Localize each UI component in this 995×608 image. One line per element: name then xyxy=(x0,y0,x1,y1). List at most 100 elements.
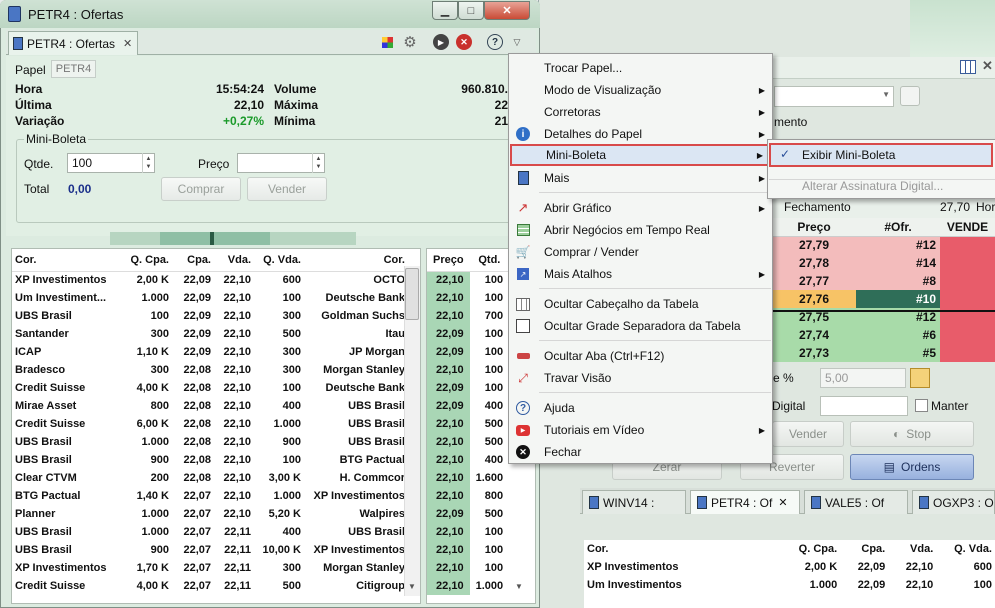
menu-item-ajuda[interactable]: ? Ajuda xyxy=(510,397,773,419)
search-icon[interactable] xyxy=(900,86,920,106)
col-header-q-cpa[interactable]: Q. Cpa. xyxy=(118,249,172,272)
tab-winv14[interactable]: WINV14 : xyxy=(582,490,686,514)
menu-item-ocultar-grade[interactable]: Ocultar Grade Separadora da Tabela xyxy=(510,315,773,337)
table-row[interactable]: 22,09 100 xyxy=(427,343,510,361)
minimize-button[interactable]: ▁ xyxy=(432,1,458,20)
gear-icon[interactable]: ⚙ xyxy=(401,33,419,51)
tab-petr4-ofertas[interactable]: PETR4 : Ofertas ✕ xyxy=(8,31,138,55)
book-row[interactable]: 27,74 #6 xyxy=(772,326,995,344)
table-row[interactable]: Credit Suisse 4,00 K 22,08 22,10 100 Deutsche… xyxy=(12,379,408,397)
vender-button-bg[interactable]: Vender xyxy=(772,421,844,447)
book-row[interactable]: 27,76 #10 xyxy=(772,290,995,308)
table-row[interactable]: 22,10 100 xyxy=(427,361,510,379)
table-row[interactable]: 22,10 100 xyxy=(427,559,510,577)
ordens-button[interactable]: ▤ Ordens xyxy=(850,454,974,480)
col-header-cor-compra[interactable]: Cor. xyxy=(12,249,118,272)
close-icon[interactable]: ✕ xyxy=(982,58,993,74)
background-combo[interactable]: ▼ xyxy=(774,86,894,107)
table-row[interactable]: Um Investimentos 1.000 22,09 22,10 100 xyxy=(584,576,995,594)
menu-item-mini-boleta[interactable]: Mini-Boleta ▶ xyxy=(510,144,773,166)
menu-item-detalhes-papel[interactable]: i Detalhes do Papel ▶ xyxy=(510,123,773,145)
menu-item-ocultar-cabecalho[interactable]: Ocultar Cabeçalho da Tabela xyxy=(510,293,773,315)
table-row[interactable]: UBS Brasil 1.000 22,08 22,10 900 UBS Brasil xyxy=(12,433,408,451)
table-row[interactable]: Credit Suisse 6,00 K 22,08 22,10 1.000 UBS Br… xyxy=(12,415,408,433)
papel-field[interactable]: PETR4 xyxy=(51,60,96,78)
col-header-preco[interactable]: Preço xyxy=(427,249,470,272)
scroll-down-icon[interactable]: ▼ xyxy=(408,582,416,591)
lock-icon[interactable] xyxy=(910,368,930,388)
title-bar[interactable]: PETR4 : Ofertas ▁ □ ✕ xyxy=(0,0,540,28)
table-row[interactable]: 22,10 100 xyxy=(427,271,510,289)
table-row[interactable]: Clear CTVM 200 22,08 22,10 3,00 K H. Commcor xyxy=(12,469,408,487)
menu-item-fechar[interactable]: ✕ Fechar xyxy=(510,441,773,463)
table-row[interactable]: 22,10 500 xyxy=(427,433,510,451)
table-row[interactable]: UBS Brasil 900 22,07 22,11 10,00 K XP Investi… xyxy=(12,541,408,559)
table-row[interactable]: XP Investimentos 2,00 K 22,09 22,10 600 xyxy=(584,558,995,576)
table-row[interactable]: Santander 300 22,09 22,10 500 Itau xyxy=(12,325,408,343)
col-header-cor-venda[interactable]: Cor. xyxy=(304,249,408,272)
comprar-button[interactable]: Comprar xyxy=(161,177,241,201)
close-icon[interactable]: ✕ xyxy=(778,496,787,509)
book-row[interactable]: 27,79 #12 xyxy=(772,236,995,254)
window-close-button[interactable]: ✕ xyxy=(484,1,530,20)
col-header-vda[interactable]: Vda. xyxy=(214,249,254,272)
maximize-button[interactable]: □ xyxy=(458,1,484,20)
qtde-stepper[interactable]: ▲ ▼ xyxy=(142,153,154,173)
submenu-item-exibir-mini-boleta[interactable]: ✓ Exibir Mini-Boleta xyxy=(769,143,993,167)
table-row[interactable]: Bradesco 300 22,08 22,10 300 Morgan Stanley xyxy=(12,361,408,379)
tab-vale5[interactable]: VALE5 : Of xyxy=(804,490,908,514)
table-row[interactable]: 22,09 100 xyxy=(427,325,510,343)
menu-item-comprar-vender[interactable]: 🛒 Comprar / Vender xyxy=(510,241,773,263)
table-row[interactable]: UBS Brasil 900 22,08 22,10 100 BTG Pactual xyxy=(12,451,408,469)
menu-item-corretoras[interactable]: Corretoras ▶ xyxy=(510,101,773,123)
menu-item-tutoriais-video[interactable]: ▶ Tutoriais em Vídeo ▶ xyxy=(510,419,773,441)
table-row[interactable]: 22,09 400 xyxy=(427,397,510,415)
book-row[interactable]: 27,77 #8 xyxy=(772,272,995,290)
offers-scrollbar-thumb[interactable] xyxy=(405,268,419,320)
table-row[interactable]: Um Investiment... 1.000 22,09 22,10 100 Deuts… xyxy=(12,289,408,307)
preco-stepper[interactable]: ▲ ▼ xyxy=(312,153,324,173)
menu-item-modo-visualizacao[interactable]: Modo de Visualização ▶ xyxy=(510,79,773,101)
help-icon[interactable]: ? xyxy=(486,33,504,51)
table-row[interactable]: Credit Suisse 4,00 K 22,07 22,11 500 Citigrou… xyxy=(12,577,408,595)
manter-checkbox[interactable] xyxy=(915,399,928,412)
stop-button[interactable]: ◐ Stop xyxy=(850,421,974,447)
submenu-item-alterar-assinatura[interactable]: Alterar Assinatura Digital... xyxy=(802,179,943,193)
play-icon[interactable]: ▶ xyxy=(432,33,450,51)
table-row[interactable]: BTG Pactual 1,40 K 22,07 22,10 1.000 XP Inves… xyxy=(12,487,408,505)
table-row[interactable]: ICAP 1,10 K 22,09 22,10 300 JP Morgan xyxy=(12,343,408,361)
table-row[interactable]: UBS Brasil 100 22,09 22,10 300 Goldman Suchs xyxy=(12,307,408,325)
table-row[interactable]: 22,10 1.600 xyxy=(427,469,510,487)
menu-item-mais-atalhos[interactable]: ↗ Mais Atalhos ▶ xyxy=(510,263,773,285)
table-row[interactable]: UBS Brasil 1.000 22,07 22,11 400 UBS Brasil xyxy=(12,523,408,541)
menu-item-abrir-negocios[interactable]: Abrir Negócios em Tempo Real xyxy=(510,219,773,241)
scroll-down-icon[interactable]: ▼ xyxy=(515,582,523,591)
table-row[interactable]: 22,10 1.000 xyxy=(427,577,510,595)
vender-button[interactable]: Vender xyxy=(247,177,327,201)
col-header-qtd[interactable]: Qtd. xyxy=(469,249,510,272)
col-header-q-vda[interactable]: Q. Vda. xyxy=(254,249,304,272)
menu-item-ocultar-aba[interactable]: Ocultar Aba (Ctrl+F12) xyxy=(510,345,773,367)
table-row[interactable]: 22,10 400 xyxy=(427,451,510,469)
table-row[interactable]: 22,10 100 xyxy=(427,289,510,307)
table-row[interactable]: Planner 1.000 22,07 22,10 5,20 K Walpires xyxy=(12,505,408,523)
pct-input[interactable]: 5,00 xyxy=(820,368,906,388)
close-icon[interactable]: ✕ xyxy=(123,37,132,50)
grid-view-icon[interactable] xyxy=(960,60,976,74)
table-row[interactable]: 22,10 800 xyxy=(427,487,510,505)
chevron-down-icon[interactable]: ▽ xyxy=(508,33,526,51)
menu-item-mais[interactable]: Mais ▶ xyxy=(510,167,773,189)
menu-item-travar-visao[interactable]: ⤢ Travar Visão xyxy=(510,367,773,389)
digital-input[interactable] xyxy=(820,396,908,416)
table-row[interactable]: 22,10 100 xyxy=(427,523,510,541)
table-row[interactable]: 22,09 100 xyxy=(427,379,510,397)
close-circle-icon[interactable]: ✕ xyxy=(455,33,473,51)
table-row[interactable]: Mirae Asset 800 22,08 22,10 400 UBS Brasil xyxy=(12,397,408,415)
tab-petr4[interactable]: PETR4 : Of ✕ xyxy=(690,490,800,514)
table-row[interactable]: 22,09 500 xyxy=(427,505,510,523)
menu-item-abrir-grafico[interactable]: ↗ Abrir Gráfico ▶ xyxy=(510,197,773,219)
book-row[interactable]: 27,78 #14 xyxy=(772,254,995,272)
table-row[interactable]: 22,10 500 xyxy=(427,415,510,433)
table-row[interactable]: XP Investimentos 1,70 K 22,07 22,11 300 Morga… xyxy=(12,559,408,577)
book-row[interactable]: 27,73 #5 xyxy=(772,344,995,362)
